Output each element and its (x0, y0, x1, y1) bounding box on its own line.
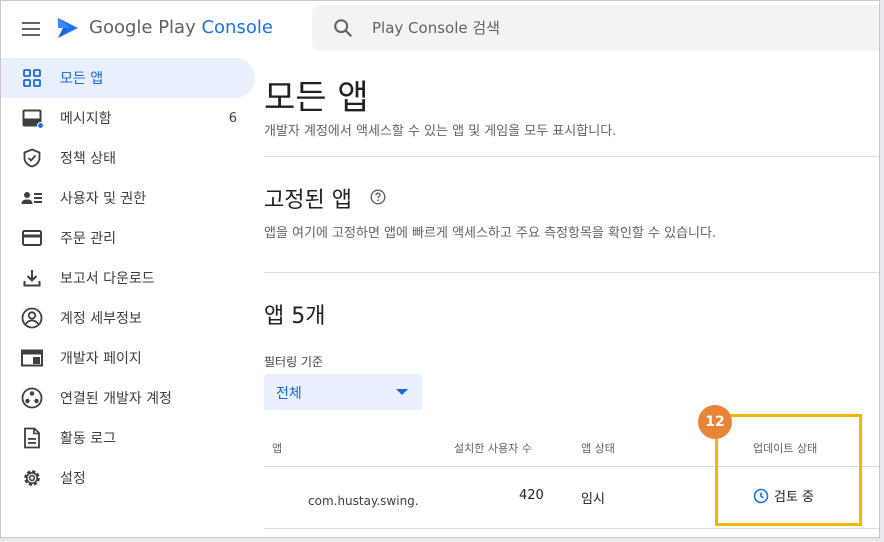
play-console-logo-icon (58, 18, 78, 38)
sidebar-item-order-management[interactable]: 주문 관리 (1, 218, 255, 258)
sidebar-item-label: 보고서 다운로드 (60, 271, 155, 287)
apps-count-title: 앱 5개 (264, 304, 326, 329)
sidebar-item-label: 주문 관리 (60, 231, 116, 247)
sidebar-item-label: 연결된 개발자 계정 (60, 391, 172, 407)
sidebar-item-label: 개발자 페이지 (60, 351, 142, 367)
search-icon[interactable] (332, 17, 354, 39)
sidebar-item-label: 설정 (60, 471, 86, 487)
column-header-app[interactable]: 앱 (272, 440, 282, 456)
filter-label: 필터링 기준 (264, 355, 324, 369)
linked-accounts-icon (21, 387, 43, 409)
grid-icon (21, 67, 43, 89)
app-window: Google Play Console 모든 앱 메시지함 6 (0, 0, 880, 538)
column-header-installs[interactable]: 설치한 사용자 수 (454, 440, 532, 456)
brand-google: Google Play (89, 17, 202, 38)
page-description: 개발자 계정에서 액세스할 수 있는 앱 및 게임을 모두 표시합니다. (264, 124, 617, 139)
annotation-highlight-box (715, 414, 862, 526)
filter-selected-value: 전체 (276, 386, 302, 402)
sidebar-item-linked-developer-accounts[interactable]: 연결된 개발자 계정 (1, 378, 255, 418)
app-package-name[interactable]: com.hustay.swing. (308, 494, 419, 508)
credit-card-icon (21, 227, 43, 249)
app-status-value: 임시 (581, 492, 605, 507)
sidebar-item-all-apps[interactable]: 모든 앱 (1, 58, 255, 98)
column-header-app-status[interactable]: 앱 상태 (581, 440, 615, 456)
sidebar-item-label: 정책 상태 (60, 151, 116, 167)
brand-title[interactable]: Google Play Console (89, 17, 273, 38)
sidebar-item-label: 메시지함 (60, 111, 112, 127)
menu-icon[interactable] (15, 13, 47, 45)
inbox-icon (21, 107, 44, 129)
divider (264, 272, 879, 273)
gear-icon (21, 467, 43, 489)
dropdown-caret-icon (396, 389, 408, 395)
divider (264, 528, 879, 529)
sidebar-item-label: 사용자 및 권한 (60, 191, 147, 207)
installs-value: 420 (519, 488, 544, 503)
unread-dot (37, 122, 44, 129)
sidebar-item-label: 계정 세부정보 (60, 311, 142, 327)
shield-icon (21, 147, 43, 169)
sidebar-item-inbox[interactable]: 메시지함 6 (1, 98, 255, 138)
top-bar: Google Play Console (1, 1, 879, 57)
sidebar-item-label: 활동 로그 (60, 431, 116, 447)
pinned-apps-description: 앱을 여기에 고정하면 앱에 빠르게 액세스하고 주요 측정항목을 확인할 수 … (264, 226, 717, 241)
brand-console: Console (201, 17, 273, 38)
sidebar-item-account-details[interactable]: 계정 세부정보 (1, 298, 255, 338)
page-title: 모든 앱 (264, 78, 369, 118)
annotation-step-badge: 12 (698, 405, 732, 439)
filter-dropdown[interactable]: 전체 (264, 374, 422, 410)
search-bar[interactable] (312, 5, 879, 51)
download-icon (21, 267, 43, 289)
sidebar-item-policy-status[interactable]: 정책 상태 (1, 138, 255, 178)
account-icon (21, 307, 43, 329)
sidebar-item-activity-log[interactable]: 활동 로그 (1, 418, 255, 458)
sidebar-item-developer-page[interactable]: 개발자 페이지 (1, 338, 255, 378)
search-input[interactable] (372, 15, 852, 41)
sidebar-item-download-reports[interactable]: 보고서 다운로드 (1, 258, 255, 298)
document-icon (21, 427, 43, 449)
pinned-apps-title: 고정된 앱 (264, 188, 352, 213)
people-icon (21, 187, 43, 209)
sidebar: 모든 앱 메시지함 6 정책 상태 사용자 및 권한 주문 관리 보고서 다운로… (1, 58, 257, 498)
sidebar-item-users-permissions[interactable]: 사용자 및 권한 (1, 178, 255, 218)
inbox-count-badge: 6 (228, 110, 237, 126)
web-page-icon (21, 347, 43, 369)
help-icon[interactable] (370, 189, 386, 205)
sidebar-item-label: 모든 앱 (60, 71, 104, 87)
divider (264, 156, 879, 157)
sidebar-item-settings[interactable]: 설정 (1, 458, 255, 498)
